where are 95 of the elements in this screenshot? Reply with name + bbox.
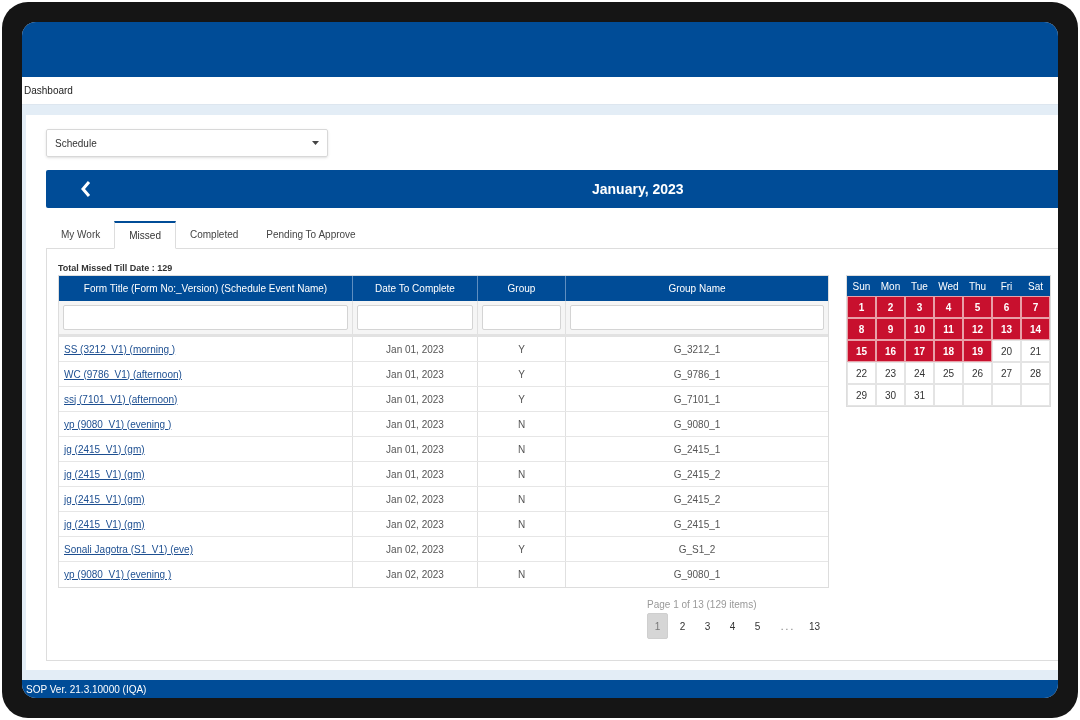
table-cell: Jan 02, 2023: [352, 537, 477, 561]
filter-field[interactable]: [570, 305, 824, 330]
table-cell: N: [477, 512, 565, 536]
table-cell: G_9080_1: [565, 562, 828, 587]
filter-field[interactable]: [357, 305, 473, 330]
table-cell: Jan 01, 2023: [352, 462, 477, 486]
calendar-day[interactable]: 6: [992, 296, 1021, 318]
month-title: January, 2023: [592, 179, 684, 199]
table-cell: G_9786_1: [565, 362, 828, 386]
weekday-header: Wed: [934, 276, 963, 296]
calendar-day[interactable]: 25: [934, 362, 963, 384]
form-link[interactable]: yp (9080_V1) (evening ): [64, 567, 172, 582]
calendar-day[interactable]: 16: [876, 340, 905, 362]
form-link[interactable]: SS (3212_V1) (morning ): [64, 341, 176, 357]
calendar-day[interactable]: 7: [1021, 296, 1050, 318]
calendar-day[interactable]: 12: [963, 318, 992, 340]
calendar-day[interactable]: 3: [905, 296, 934, 318]
breadcrumb-link[interactable]: Dashboard: [24, 83, 73, 98]
calendar-day[interactable]: 19: [963, 340, 992, 362]
table-cell: N: [477, 437, 565, 461]
calendar-day[interactable]: 21: [1021, 340, 1050, 362]
form-link[interactable]: jg (2415_V1) (gm): [64, 466, 145, 482]
calendar-day[interactable]: 27: [992, 362, 1021, 384]
caret-icon: [312, 141, 319, 145]
table-cell: Y: [477, 387, 565, 411]
table-cell: Y: [477, 362, 565, 386]
table-cell: Jan 01, 2023: [352, 412, 477, 436]
filter-field[interactable]: [63, 305, 348, 330]
calendar-day[interactable]: 31: [905, 384, 934, 406]
table-cell: Jan 01, 2023: [352, 387, 477, 411]
schedule-select[interactable]: Schedule: [46, 129, 328, 157]
table-cell: Jan 01, 2023: [352, 362, 477, 386]
table-cell: G_2415_1: [565, 437, 828, 461]
calendar-day[interactable]: 10: [905, 318, 934, 340]
table-cell: G_3212_1: [565, 337, 828, 361]
calendar-day[interactable]: 17: [905, 340, 934, 362]
tab[interactable]: Missed: [114, 221, 176, 249]
form-link[interactable]: jg (2415_V1) (gm): [64, 491, 145, 507]
calendar-day[interactable]: 23: [876, 362, 905, 384]
calendar-day[interactable]: 9: [876, 318, 905, 340]
calendar-day[interactable]: 18: [934, 340, 963, 362]
version-text: SOP Ver. 21.3.10000 (IQA): [26, 682, 147, 697]
form-link[interactable]: jg (2415_V1) (gm): [64, 516, 145, 532]
tab[interactable]: My Work: [47, 220, 115, 248]
form-link[interactable]: Sonali Jagotra (S1_V1) (eve): [64, 541, 193, 557]
table-cell: G_9080_1: [565, 412, 828, 436]
weekday-header: Sun: [847, 276, 876, 296]
table-cell: N: [477, 462, 565, 486]
table-cell: Jan 02, 2023: [352, 512, 477, 536]
weekday-header: Tue: [905, 276, 934, 296]
calendar-day[interactable]: 13: [992, 318, 1021, 340]
table-cell: G_2415_1: [565, 512, 828, 536]
form-link[interactable]: jg (2415_V1) (gm): [64, 441, 145, 457]
table-cell: G_7101_1: [565, 387, 828, 411]
calendar-day[interactable]: 15: [847, 340, 876, 362]
weekday-header: Sat: [1021, 276, 1050, 296]
calendar-day[interactable]: 30: [876, 384, 905, 406]
calendar-day[interactable]: 5: [963, 296, 992, 318]
form-link[interactable]: WC (9786_V1) (afternoon): [64, 366, 182, 382]
weekday-header: Thu: [963, 276, 992, 296]
calendar-day[interactable]: 11: [934, 318, 963, 340]
form-link[interactable]: ssj (7101_V1) (afternoon): [64, 391, 178, 407]
filter-field[interactable]: [482, 305, 561, 330]
calendar-day[interactable]: 14: [1021, 318, 1050, 340]
page-ellipsis: ...: [779, 619, 797, 634]
calendar-day[interactable]: 1: [847, 296, 876, 318]
calendar-day[interactable]: 28: [1021, 362, 1050, 384]
calendar-day[interactable]: 26: [963, 362, 992, 384]
tab[interactable]: Completed: [175, 220, 253, 248]
calendar-day[interactable]: 4: [934, 296, 963, 318]
page-summary: Page 1 of 13 (129 items): [647, 598, 758, 612]
table-cell: Jan 02, 2023: [352, 487, 477, 511]
weekday-header: Fri: [992, 276, 1021, 296]
table-cell: Y: [477, 337, 565, 361]
table-cell: Jan 01, 2023: [352, 437, 477, 461]
table-cell: Y: [477, 537, 565, 561]
table-cell: G_2415_2: [565, 487, 828, 511]
column-header: Form Title (Form No:_Version) (Schedule Event Name): [82, 282, 329, 296]
missed-summary: Total Missed Till Date : 129: [58, 262, 174, 274]
table-cell: N: [477, 487, 565, 511]
calendar-day[interactable]: 20: [992, 340, 1021, 362]
table-cell: Jan 01, 2023: [352, 337, 477, 361]
table-cell: N: [477, 562, 565, 587]
weekday-header: Mon: [876, 276, 905, 296]
table-cell: N: [477, 412, 565, 436]
table-cell: G_S1_2: [565, 537, 828, 561]
table-cell: Jan 02, 2023: [352, 562, 477, 587]
form-link[interactable]: yp (9080_V1) (evening ): [64, 416, 172, 432]
calendar-day[interactable]: 22: [847, 362, 876, 384]
calendar-day[interactable]: 8: [847, 318, 876, 340]
tab[interactable]: Pending To Approve: [252, 220, 370, 248]
table-cell: G_2415_2: [565, 462, 828, 486]
calendar-day[interactable]: 29: [847, 384, 876, 406]
calendar-day[interactable]: 24: [905, 362, 934, 384]
calendar-day[interactable]: 2: [876, 296, 905, 318]
